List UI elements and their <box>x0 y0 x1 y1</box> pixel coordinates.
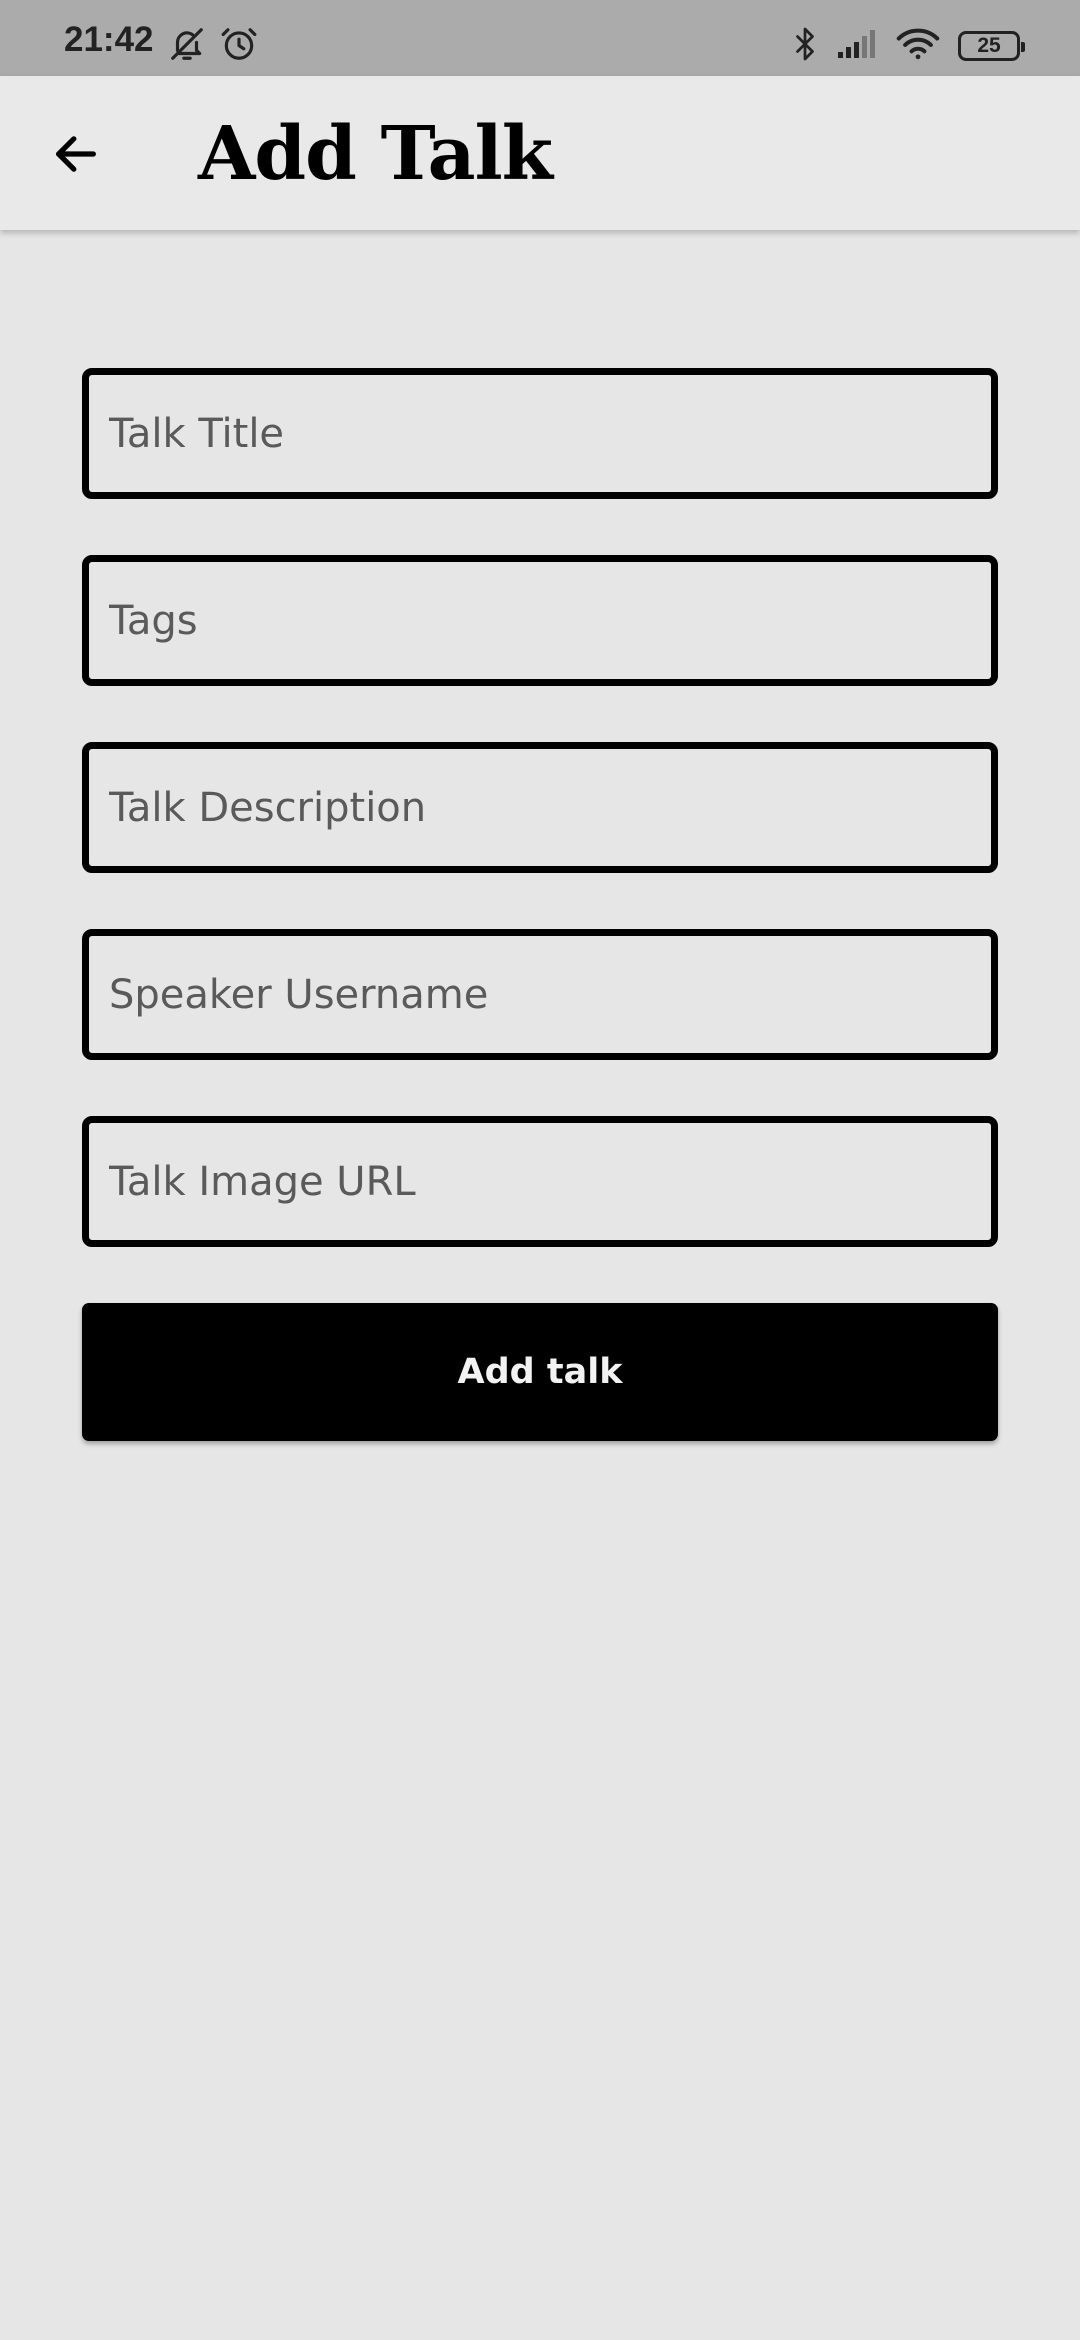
bluetooth-icon <box>792 26 818 67</box>
bell-off-icon <box>168 25 206 68</box>
app-bar: Add Talk <box>0 76 1080 230</box>
status-bar: 21:42 25 <box>0 0 1080 76</box>
talk-description-field[interactable] <box>82 742 998 873</box>
wifi-icon <box>896 27 940 66</box>
tags-field[interactable] <box>82 555 998 686</box>
speaker-username-field[interactable] <box>82 929 998 1060</box>
page-title: Add Talk <box>198 111 553 197</box>
talk-description-input[interactable] <box>89 749 991 866</box>
talk-image-url-field[interactable] <box>82 1116 998 1247</box>
talk-title-field[interactable] <box>82 368 998 499</box>
back-button[interactable] <box>30 110 122 202</box>
add-talk-form: Add talk <box>82 368 998 1441</box>
status-right-icons: 25 <box>792 26 1025 67</box>
signal-icon <box>836 28 878 65</box>
battery-icon: 25 <box>958 31 1025 61</box>
add-talk-button[interactable]: Add talk <box>82 1303 998 1441</box>
status-time: 21:42 <box>64 20 154 59</box>
speaker-username-input[interactable] <box>89 936 991 1053</box>
talk-image-url-input[interactable] <box>89 1123 991 1240</box>
alarm-icon <box>220 25 258 68</box>
status-left-icons <box>168 27 258 64</box>
talk-title-input[interactable] <box>89 375 991 492</box>
tags-input[interactable] <box>89 562 991 679</box>
battery-level: 25 <box>977 34 1001 57</box>
arrow-left-icon <box>50 128 102 185</box>
